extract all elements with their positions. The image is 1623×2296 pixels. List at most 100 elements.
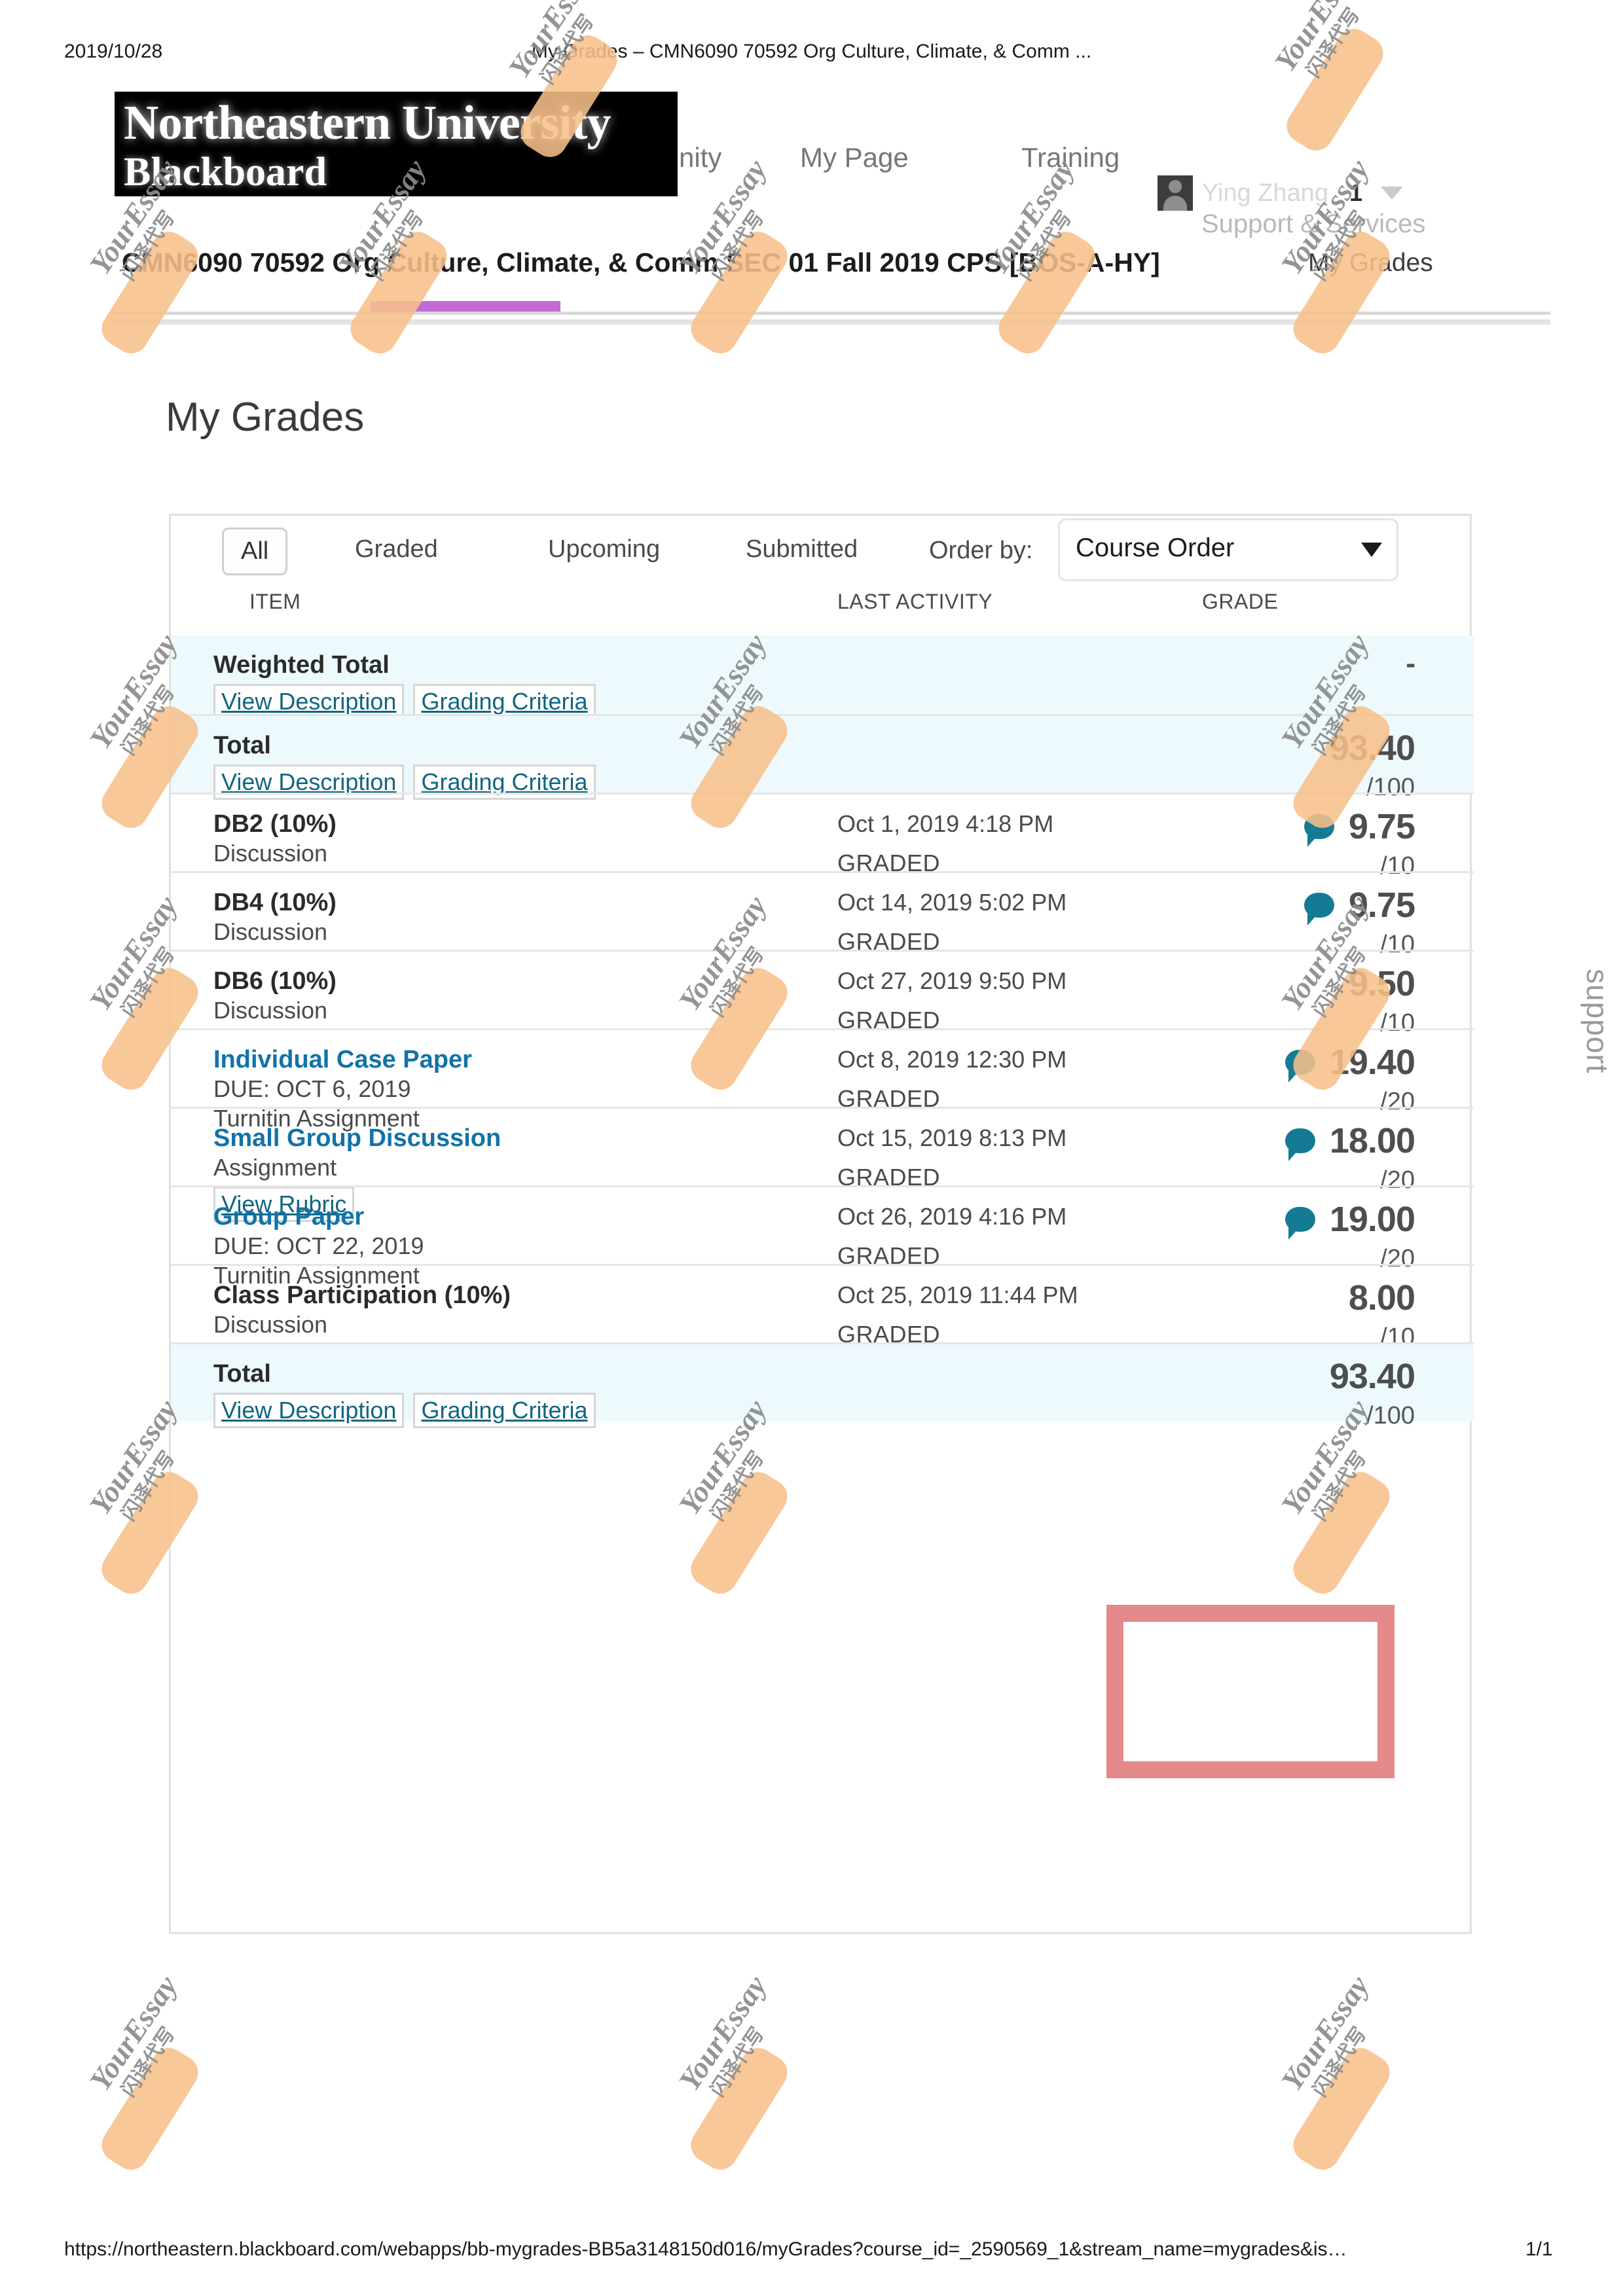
grade-line: 19.40 [1140,1042,1415,1083]
table-row: Total View Description Grading Criteria 93.… [171,1342,1474,1429]
breadcrumb-course[interactable]: CMN6090 70592 Org Culture, Climate, & Co… [122,247,1160,278]
watermark-cn-text: 闪译代写 [1309,2023,1371,2101]
top-navigation-bar: Community My Page Training Support & Ser… [0,92,1623,315]
watermark-cn-text: 闪译代写 [117,2023,179,2101]
item-link[interactable]: Individual Case Paper [213,1045,803,1075]
watermark-brand-text: YourEssay [82,1969,184,2097]
grade-value: 19.40 [1329,1043,1415,1082]
grade-filter-bar: All Graded Upcoming Submitted Order by: … [171,516,1474,588]
order-by-label: Order by: [929,537,1033,564]
nav-item-my-page[interactable]: My Page [800,142,909,173]
cell-item: DB2 (10%) Discussion [213,809,803,869]
item-label: Total [213,732,271,759]
cell-last-activity: Oct 8, 2019 12:30 PM GRADED [837,1045,1125,1114]
blackboard-logo[interactable]: Northeastern University Blackboard [115,92,678,196]
watermark-tag-shape [1286,2041,1396,2176]
cell-grade: 9.75/10 [1140,885,1487,959]
chevron-down-icon[interactable] [1380,187,1403,200]
my-grades-panel: All Graded Upcoming Submitted Order by: … [169,514,1474,1934]
cell-item: DB4 (10%) Discussion [213,888,803,947]
item-label: Weighted Total [213,651,390,679]
breadcrumb: CMN6090 70592 Org Culture, Climate, & Co… [0,247,1623,326]
cell-grade: - [1140,647,1487,680]
item-label: DB2 (10%) [213,810,337,838]
watermark-tag-shape [684,2041,794,2176]
watermark: YourEssay 闪译代写 [668,1969,805,2176]
item-sub-label: Discussion [213,997,328,1024]
grade-line: 93.40 [1140,1356,1415,1397]
cell-item: Total View Description Grading Criteria [213,1359,803,1429]
table-row: DB6 (10%) Discussion Oct 27, 2019 9:50 PM G… [171,950,1474,1037]
table-row: Small Group Discussion Assignment View Rub… [171,1107,1474,1222]
grade-value: 9.50 [1348,964,1415,1003]
logo-line-blackboard: Blackboard [124,150,327,194]
table-column-headers: ITEM LAST ACTIVITY GRADE [171,590,1474,634]
watermark-brand-text: YourEssay [1274,1969,1376,2097]
cell-grade: 9.50/10 [1140,963,1487,1037]
print-page-title: My Grades – CMN6090 70592 Org Culture, C… [531,41,1092,62]
last-activity-date: Oct 26, 2019 4:16 PM [837,1203,1067,1230]
grade-line: - [1140,647,1415,680]
item-label: Class Participation (10%) [213,1282,511,1309]
watermark-cn-text: 闪译代写 [706,2023,769,2101]
user-menu[interactable]: Ying Zhang 1 [1158,175,1403,211]
view-description-button[interactable]: View Description [213,1393,405,1429]
grade-value: 93.40 [1329,1357,1415,1396]
cell-grade: 93.40/100 [1140,1356,1487,1430]
grade-value: 18.00 [1329,1121,1415,1160]
cell-last-activity: Oct 14, 2019 5:02 PM GRADED [837,888,1125,957]
item-link[interactable]: Group Paper [213,1202,803,1232]
cell-grade: 8.00/10 [1140,1278,1487,1352]
order-by-select[interactable]: Course Order [1058,518,1398,581]
grade-line: 93.40 [1140,728,1415,768]
filter-tab-submitted[interactable]: Submitted [729,528,875,571]
cell-grade: 19.00/20 [1140,1199,1487,1273]
comment-bubble-icon[interactable] [1304,814,1334,847]
item-action-buttons: View Description Grading Criteria [213,1393,803,1429]
footer-url: https://northeastern.blackboard.com/weba… [64,2238,1347,2260]
grade-value: 93.40 [1329,728,1415,768]
cell-item: Class Participation (10%) Discussion [213,1280,803,1340]
comment-bubble-icon[interactable] [1285,1050,1315,1083]
item-sub-label: Assignment [213,1154,337,1181]
comment-bubble-icon[interactable] [1285,1128,1315,1161]
nav-item-training[interactable]: Training [1021,142,1120,173]
grade-value: - [1406,647,1415,679]
watermark-brand-text: YourEssay [672,1969,773,2097]
item-label: DB4 (10%) [213,889,337,916]
chevron-down-icon [1361,543,1382,557]
footer-page-number: 1/1 [1525,2238,1553,2260]
grading-criteria-button[interactable]: Grading Criteria [413,1393,596,1429]
watermark: YourEssay 闪译代写 [1270,1969,1408,2176]
item-sub-label: Discussion [213,840,328,867]
cell-last-activity: Oct 26, 2019 4:16 PM GRADED [837,1202,1125,1271]
item-label: Total [213,1360,271,1388]
cell-item: Total View Description Grading Criteria [213,730,803,800]
notification-count-badge[interactable]: 1 [1349,179,1362,207]
item-label: DB6 (10%) [213,967,337,995]
filter-tab-upcoming[interactable]: Upcoming [531,528,677,571]
item-sub-label: DUE: OCT 6, 2019 [213,1075,411,1103]
item-sub-label: DUE: OCT 22, 2019 [213,1232,424,1260]
item-link[interactable]: Small Group Discussion [213,1123,803,1153]
watermark-tag-shape [95,2041,205,2176]
page-title: My Grades [166,395,365,440]
support-side-tab[interactable]: support [1580,969,1615,1073]
cell-grade: 9.75/10 [1140,806,1487,880]
support-and-services-link[interactable]: Support & Services [1201,209,1425,239]
filter-tab-all[interactable]: All [222,528,288,575]
table-row: Total View Description Grading Criteria 93.… [171,714,1474,801]
grade-line: 9.75 [1140,806,1415,847]
column-header-grade: GRADE [1202,590,1279,613]
filter-tab-graded[interactable]: Graded [338,528,455,571]
comment-bubble-icon[interactable] [1285,1207,1315,1240]
cell-item: DB6 (10%) Discussion [213,966,803,1026]
grade-out-of: /100 [1366,1402,1415,1429]
grade-line: 8.00 [1140,1278,1415,1318]
comment-bubble-icon[interactable] [1304,893,1334,925]
grade-value: 9.75 [1348,807,1415,846]
column-header-item: ITEM [249,590,301,613]
grade-line: 19.00 [1140,1199,1415,1240]
user-name-label: Ying Zhang [1202,179,1328,207]
print-header: 2019/10/28 My Grades – CMN6090 70592 Org… [0,41,1623,67]
